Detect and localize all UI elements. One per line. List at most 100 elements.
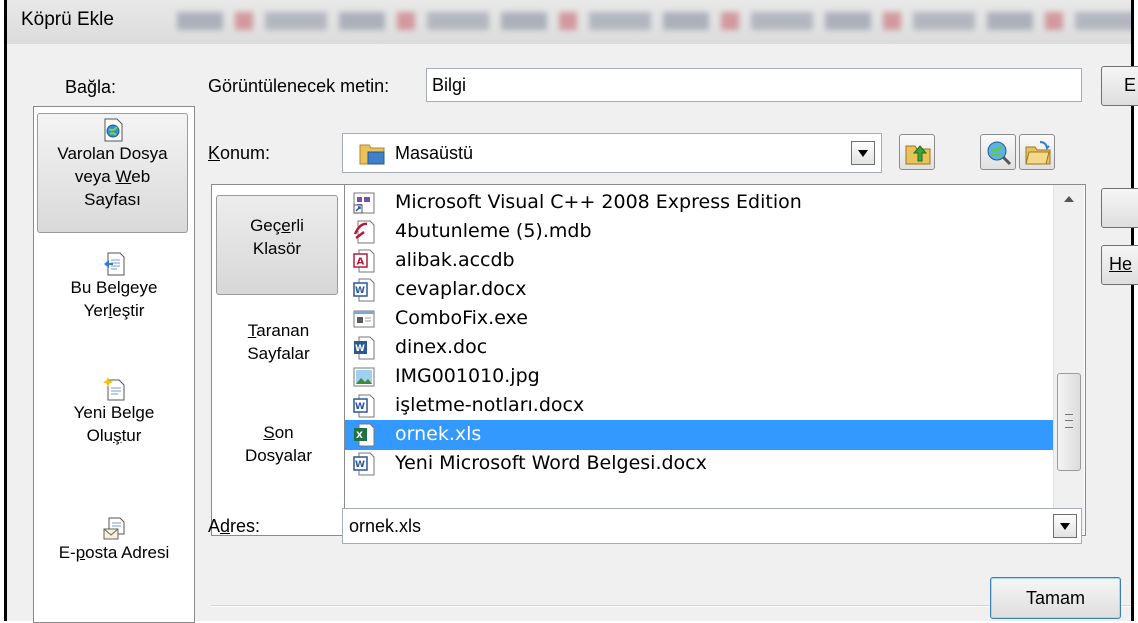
svg-text:W: W	[355, 286, 365, 296]
exe-application-icon	[353, 310, 375, 328]
title-bar[interactable]: Köprü Ekle	[7, 0, 1131, 44]
background-text-blur	[177, 12, 1131, 30]
word-doc-icon: W	[354, 336, 375, 360]
file-row-5[interactable]: W dinex.doc	[345, 333, 1053, 363]
source-browsed-line1: Taranan	[212, 319, 345, 342]
scroll-thumb[interactable]	[1057, 373, 1081, 471]
source-recent-post: on	[274, 423, 294, 442]
new-document-icon	[103, 377, 125, 401]
link-email-line1: E-posta Adresi	[34, 541, 194, 564]
access-mdb-icon	[353, 220, 375, 244]
scroll-grip-icon	[1065, 414, 1073, 428]
link-existing-accel: W	[115, 167, 132, 186]
link-email-accel: p	[75, 543, 86, 562]
file-row-3[interactable]: W cevaplar.docx	[345, 275, 1053, 305]
word-docx-icon: W	[353, 394, 375, 418]
file-list-scrollbar[interactable]	[1053, 185, 1084, 533]
source-current-accel: e	[281, 216, 291, 235]
file-row-7[interactable]: W işletme-notları.docx	[345, 391, 1053, 421]
target-frame-label: He	[1109, 254, 1133, 274]
file-name: alibak.accdb	[395, 249, 515, 271]
text-to-display-label: Görüntülenecek metin:	[208, 76, 390, 96]
look-in-dropdown-arrow[interactable]	[851, 141, 875, 165]
file-row-1[interactable]: 4butunleme (5).mdb	[345, 217, 1053, 247]
up-one-folder-icon	[905, 145, 931, 165]
svg-text:W: W	[355, 460, 365, 470]
address-label-post: res:	[230, 516, 261, 536]
place-in-document-icon	[104, 252, 125, 276]
access-accdb-icon: A	[353, 249, 375, 273]
look-in-combobox[interactable]: Masaüstü	[342, 133, 882, 173]
file-list[interactable]: Microsoft Visual C++ 2008 Express Editio…	[344, 184, 1086, 536]
file-row-0[interactable]: Microsoft Visual C++ 2008 Express Editio…	[345, 188, 1053, 218]
address-value: ornek.xls	[349, 516, 422, 536]
hyperlink-dialog: Bağla: Varolan Dosya veya Web Sayfası Bu…	[7, 44, 1138, 623]
svg-text:A: A	[357, 257, 365, 268]
link-place-line2-pre: Yer	[83, 301, 109, 320]
file-name: ComboFix.exe	[395, 307, 528, 329]
browse-web-button[interactable]	[980, 134, 1016, 170]
link-to-bar: Varolan Dosya veya Web Sayfası Bu Belgey…	[33, 106, 195, 623]
file-row-9[interactable]: W Yeni Microsoft Word Belgesi.docx	[345, 449, 1053, 479]
address-dropdown-arrow[interactable]	[1053, 514, 1077, 538]
link-place-in-document[interactable]: Bu Belgeye Yerleştir	[34, 252, 194, 322]
svg-text:X: X	[356, 431, 363, 441]
up-one-folder-button[interactable]	[899, 134, 935, 170]
excel-xls-icon: X	[354, 423, 375, 447]
scroll-up-arrow[interactable]	[1054, 185, 1084, 213]
source-recent-files[interactable]: Son Dosyalar	[212, 421, 345, 467]
file-name: Microsoft Visual C++ 2008 Express Editio…	[395, 191, 802, 213]
link-existing-line2: veya Web	[38, 165, 187, 188]
email-address-icon	[103, 517, 125, 540]
link-existing-line2-pre: veya	[74, 167, 116, 186]
text-to-display-input[interactable]: Bilgi	[426, 68, 1082, 102]
link-email-pre: E-	[58, 543, 76, 562]
existing-file-globe-icon	[104, 118, 122, 142]
source-current-folder[interactable]: Geçerli Klasör	[216, 195, 338, 295]
address-combobox[interactable]: ornek.xls	[342, 508, 1082, 544]
file-name: işletme-notları.docx	[395, 394, 585, 416]
source-recent-line2: Dosyalar	[244, 446, 313, 465]
shortcut-icon	[353, 192, 375, 214]
word-docx-icon: W	[353, 278, 375, 302]
link-existing-line1: Varolan Dosya	[57, 144, 168, 163]
link-existing-file-or-web-page[interactable]: Varolan Dosya veya Web Sayfası	[37, 113, 188, 233]
browse-file-button[interactable]	[1019, 134, 1055, 170]
address-label: Adres:	[208, 516, 260, 537]
source-browsed-accel: T	[247, 321, 257, 340]
look-in-label: Konum:	[208, 143, 270, 164]
desktop-folder-icon	[359, 144, 385, 165]
link-new-line2-post: tur	[121, 426, 142, 445]
link-new-accel: ş	[113, 426, 122, 445]
target-frame-button[interactable]: He	[1101, 245, 1138, 285]
link-to-label: Bağla:	[65, 77, 117, 97]
link-new-line2-pre: Olu	[86, 426, 114, 445]
file-row-2[interactable]: A alibak.accdb	[345, 246, 1053, 276]
svg-text:W: W	[355, 402, 365, 412]
screentip-button[interactable]: E	[1101, 66, 1138, 106]
link-create-new-document[interactable]: Yeni Belge Oluştur	[34, 377, 194, 447]
address-accel: d	[220, 516, 231, 536]
word-docx-icon: W	[353, 452, 375, 476]
file-row-4[interactable]: ComboFix.exe	[345, 304, 1053, 334]
source-browsed-line2: Sayfalar	[247, 344, 310, 363]
file-name: cevaplar.docx	[395, 278, 527, 300]
address-label-pre: A	[208, 516, 221, 536]
file-row-8[interactable]: X ornek.xls	[345, 420, 1053, 450]
ok-button[interactable]: Tamam	[990, 577, 1121, 619]
file-name: ornek.xls	[395, 423, 482, 445]
link-place-line2-post: eştir	[112, 301, 145, 320]
file-name: IMG001010.jpg	[395, 365, 540, 387]
svg-text:W: W	[355, 344, 365, 354]
look-in-accel: K	[208, 143, 221, 163]
file-name: dinex.doc	[395, 336, 488, 358]
link-email-post: osta Adresi	[85, 543, 170, 562]
source-browsed-pages[interactable]: Taranan Sayfalar	[212, 319, 345, 365]
source-recent-accel: S	[263, 423, 275, 442]
link-place-line1: Bu Belgeye	[70, 278, 158, 297]
file-row-6[interactable]: IMG001010.jpg	[345, 362, 1053, 392]
image-jpg-icon	[353, 367, 375, 387]
bookmark-button[interactable]	[1101, 188, 1138, 228]
link-email-address[interactable]: E-posta Adresi	[34, 517, 194, 564]
look-in-value: Masaüstü	[395, 143, 474, 163]
